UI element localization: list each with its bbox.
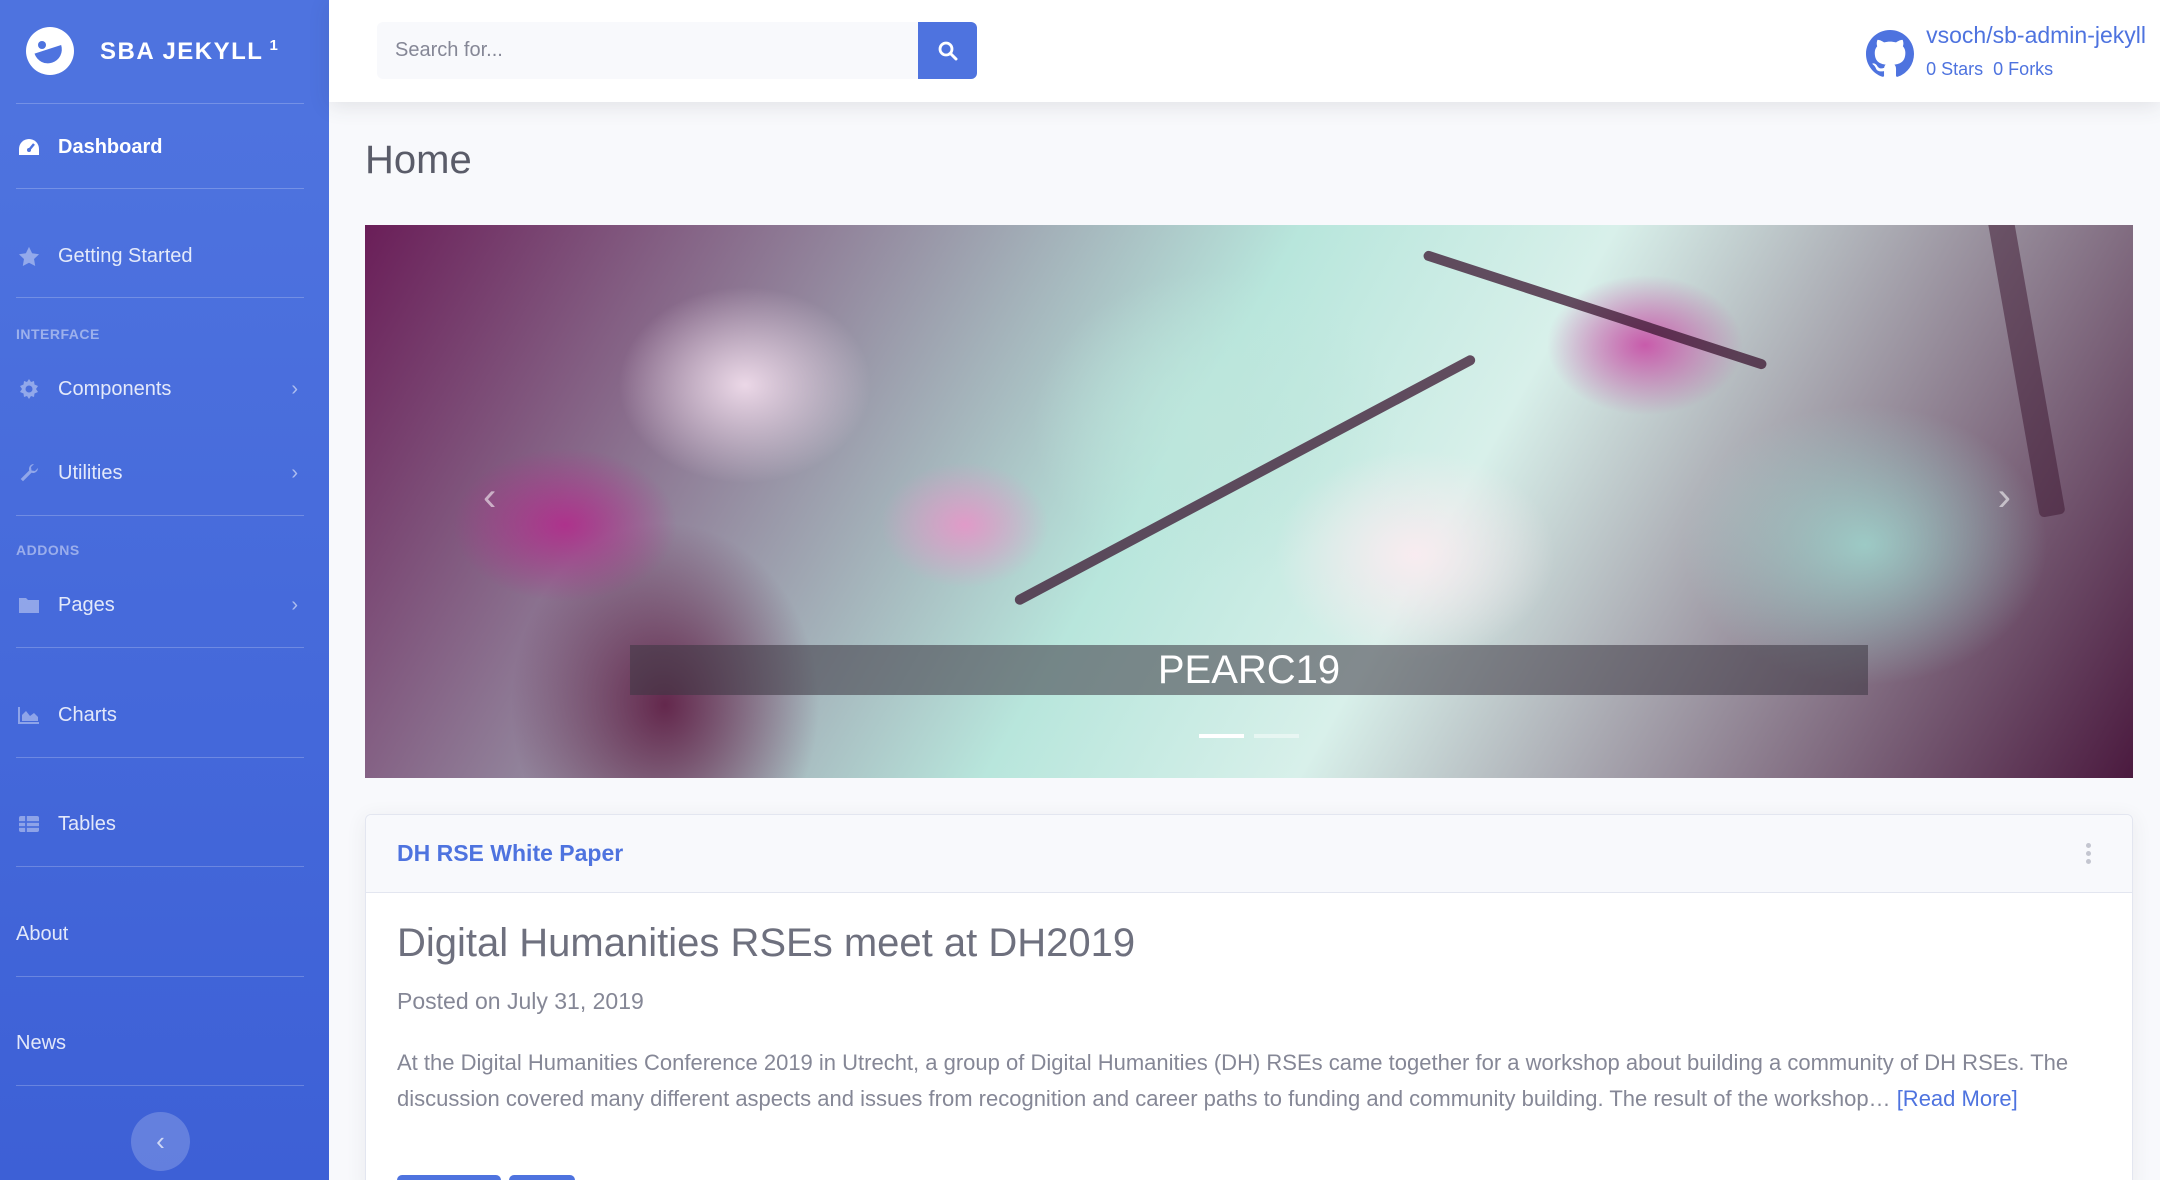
sidebar-item-dashboard[interactable]: Dashboard <box>16 132 304 162</box>
sidebar-divider <box>16 103 304 104</box>
post-title[interactable]: Digital Humanities RSEs meet at DH2019 <box>397 921 1135 966</box>
sidebar-divider <box>16 515 304 516</box>
sidebar-item-label: Tables <box>58 812 116 835</box>
search-icon <box>938 41 957 60</box>
sidebar-divider <box>16 297 304 298</box>
carousel-image-branch <box>1984 225 2066 518</box>
sidebar-item-label: Getting Started <box>58 244 193 267</box>
sidebar-item-pages[interactable]: Pages › <box>16 590 304 620</box>
post-excerpt: At the Digital Humanities Conference 201… <box>397 1045 2117 1117</box>
topbar: vsoch/sb-admin-jekyll 0 Stars 0 Forks <box>329 0 2160 102</box>
carousel-indicator[interactable] <box>1254 734 1299 738</box>
github-repo-link[interactable]: vsoch/sb-admin-jekyll 0 Stars 0 Forks <box>1866 22 2146 80</box>
sidebar-heading-addons: ADDONS <box>16 542 80 558</box>
carousel-caption: PEARC19 <box>630 645 1868 695</box>
carousel-next-button[interactable]: › <box>1998 475 2011 520</box>
search-button[interactable] <box>918 22 977 79</box>
search-input[interactable] <box>377 22 918 79</box>
sidebar-item-label: Components <box>58 377 172 400</box>
carousel-indicators <box>1199 734 1299 738</box>
repo-info: vsoch/sb-admin-jekyll 0 Stars 0 Forks <box>1926 22 2146 80</box>
github-icon <box>1866 30 1915 77</box>
tag-button[interactable] <box>509 1175 575 1180</box>
folder-icon <box>16 594 42 616</box>
sidebar-toggle-button[interactable]: ‹ <box>131 1112 190 1171</box>
sidebar-divider <box>16 188 304 189</box>
sidebar-item-components[interactable]: Components › <box>16 374 304 404</box>
table-icon <box>16 813 42 835</box>
sidebar-item-utilities[interactable]: Utilities › <box>16 458 304 488</box>
chevron-right-icon: › <box>291 377 298 400</box>
carousel-image-branch <box>1013 353 1477 607</box>
image-carousel: ‹ › PEARC19 <box>365 225 2133 778</box>
more-options-icon[interactable] <box>2086 843 2092 867</box>
repo-stars: 0 Stars <box>1926 59 1984 79</box>
sidebar-item-label: Charts <box>58 703 117 726</box>
card-header: DH RSE White Paper <box>366 815 2132 893</box>
sidebar-divider <box>16 1085 304 1086</box>
post-date: Posted on July 31, 2019 <box>397 988 644 1014</box>
card-title: DH RSE White Paper <box>397 840 624 866</box>
sidebar-item-label: Pages <box>58 593 115 616</box>
search-form <box>377 22 977 79</box>
sidebar-divider <box>16 976 304 977</box>
sidebar-divider <box>16 647 304 648</box>
carousel-indicator[interactable] <box>1199 734 1244 738</box>
chevron-left-icon: ‹ <box>156 1126 165 1156</box>
wrench-icon <box>16 462 42 484</box>
sidebar-divider <box>16 757 304 758</box>
chevron-right-icon: › <box>1997 475 2011 519</box>
repo-forks: 0 Forks <box>1993 59 2054 79</box>
sidebar-item-label: About <box>16 922 69 945</box>
repo-stats: 0 Stars 0 Forks <box>1926 59 2146 80</box>
cog-icon <box>16 378 42 400</box>
sidebar-item-label: Dashboard <box>58 135 163 158</box>
sidebar-item-tables[interactable]: Tables <box>16 809 304 839</box>
brand-link[interactable]: SBA JEKYLL 1 <box>0 0 329 102</box>
sidebar-item-charts[interactable]: Charts <box>16 700 304 730</box>
post-card: DH RSE White Paper Digital Humanities RS… <box>365 814 2133 1180</box>
repo-name: vsoch/sb-admin-jekyll <box>1926 22 2146 48</box>
chevron-right-icon: › <box>291 461 298 484</box>
chevron-left-icon: ‹ <box>483 475 497 519</box>
brand-name: SBA JEKYLL 1 <box>100 36 280 65</box>
sidebar-heading-interface: INTERFACE <box>16 326 100 342</box>
tachometer-icon <box>16 136 42 158</box>
carousel-image-branch <box>1422 249 1768 371</box>
sidebar-divider <box>16 866 304 867</box>
tag-button[interactable] <box>397 1175 501 1180</box>
page-title: Home <box>365 138 472 182</box>
sidebar-item-news[interactable]: News <box>16 1028 304 1058</box>
sidebar-item-label: News <box>16 1031 67 1054</box>
sidebar-item-getting-started[interactable]: Getting Started <box>16 241 304 271</box>
post-excerpt-text: At the Digital Humanities Conference 201… <box>397 1050 2069 1111</box>
carousel-prev-button[interactable]: ‹ <box>483 475 496 520</box>
star-icon <box>16 245 42 267</box>
laugh-wink-icon <box>26 27 74 75</box>
sidebar: SBA JEKYLL 1 Dashboard Getting Started IN… <box>0 0 329 1180</box>
read-more-link[interactable]: [Read More] <box>1897 1086 2018 1111</box>
sidebar-item-label: Utilities <box>58 461 123 484</box>
chevron-right-icon: › <box>291 593 298 616</box>
sidebar-item-about[interactable]: About <box>16 919 304 949</box>
chart-area-icon <box>16 704 42 726</box>
